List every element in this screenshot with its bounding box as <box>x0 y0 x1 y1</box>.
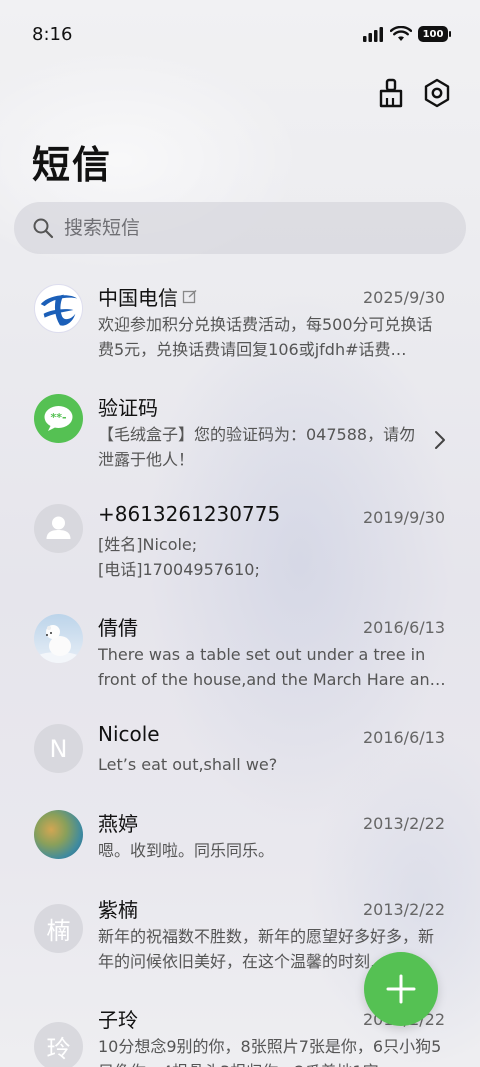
avatar: **- <box>34 394 83 443</box>
contact-name-text: 中国电信 <box>98 286 178 310</box>
contact-name: Nicole <box>98 722 160 746</box>
contact-name: 倩倩 <box>98 612 138 641</box>
broom-icon <box>379 78 403 108</box>
conversation-item[interactable]: 燕婷 2013/2/22 嗯。收到啦。同乐同乐。 <box>0 804 480 890</box>
avatar-letter: 玲 <box>34 1022 83 1067</box>
settings-button[interactable] <box>422 76 452 110</box>
contact-name: 紫楠 <box>98 894 138 923</box>
china-telecom-logo-icon <box>35 285 82 332</box>
conversation-item[interactable]: N Nicole 2016/6/13 Let’s eat out,shall w… <box>0 718 480 804</box>
contact-name-text: 紫楠 <box>98 898 138 922</box>
message-preview: 欢迎参加积分兑换话费活动，每500分可兑换话费5元，兑换话费请回复106或jfd… <box>98 315 433 359</box>
page-title: 短信 <box>32 143 113 187</box>
message-date: 2025/9/30 <box>362 288 445 307</box>
person-icon <box>46 516 71 539</box>
message-date: 2016/6/13 <box>362 728 445 747</box>
top-actions <box>376 76 452 110</box>
avatar <box>34 284 83 333</box>
contact-name-text: +8613261230775 <box>98 502 281 526</box>
message-preview: There was a table set out under a tree i… <box>98 645 446 689</box>
message-preview: Let’s eat out,shall we? <box>98 755 278 774</box>
wifi-icon <box>390 26 412 41</box>
conversation-item[interactable]: +8613261230775 2019/9/30 [姓名]Nicole; [电话… <box>0 498 480 608</box>
svg-text:**-: **- <box>50 411 66 424</box>
contact-name-text: 燕婷 <box>98 812 138 836</box>
status-time: 8:16 <box>32 23 73 45</box>
verification-code-icon: **- <box>44 406 73 431</box>
contact-name-text: 子玲 <box>98 1008 138 1032</box>
status-icons: 100 <box>362 26 451 42</box>
polar-bear-avatar-icon <box>36 625 80 663</box>
message-date: 2013/2/22 <box>362 900 445 919</box>
clean-button[interactable] <box>376 76 406 110</box>
status-bar: 8:16 100 <box>0 0 480 68</box>
search-input[interactable] <box>64 217 424 239</box>
avatar-letter: N <box>34 724 83 773</box>
edit-note-icon <box>182 289 197 303</box>
contact-name-text: Nicole <box>98 722 160 746</box>
conversation-item[interactable]: 倩倩 2016/6/13 There was a table set out u… <box>0 608 480 718</box>
contact-name: 验证码 <box>98 392 158 421</box>
message-preview: [姓名]Nicole; [电话]17004957610; <box>98 535 260 579</box>
message-preview: 10分想念9别的你，8张照片7张是你，6只小狗5只像你，4根骨头3根归你，2爪着… <box>98 1037 442 1067</box>
avatar: 玲 <box>34 1022 83 1067</box>
avatar <box>34 614 83 663</box>
avatar: N <box>34 724 83 773</box>
conversation-item[interactable]: 中国电信 2025/9/30 欢迎参加积分兑换话费活动，每500分可兑换话费5元… <box>0 278 480 388</box>
message-preview: 【毛绒盒子】您的验证码为：047588，请勿泄露于他人！ <box>98 425 416 469</box>
message-date: 2016/6/13 <box>362 618 445 637</box>
contact-name-text: 验证码 <box>98 396 158 420</box>
message-date: 2013/2/22 <box>362 814 445 833</box>
conversation-item[interactable]: **- 验证码 【毛绒盒子】您的验证码为：047588，请勿泄露于他人！ <box>0 388 480 498</box>
contact-name: 中国电信 <box>98 282 198 311</box>
avatar: 楠 <box>34 904 83 953</box>
gear-icon <box>424 78 450 108</box>
contact-name-text: 倩倩 <box>98 616 138 640</box>
signal-icon <box>363 27 383 42</box>
battery-indicator: 100 <box>418 26 451 42</box>
avatar <box>34 504 83 553</box>
plus-icon <box>386 974 416 1004</box>
chevron-right-icon[interactable] <box>434 430 446 450</box>
search-icon <box>33 218 54 239</box>
contact-name: 子玲 <box>98 1004 138 1033</box>
avatar-letter: 楠 <box>34 904 83 953</box>
avatar <box>34 810 83 859</box>
contact-name: 燕婷 <box>98 808 138 837</box>
message-preview: 嗯。收到啦。同乐同乐。 <box>98 841 275 860</box>
conversation-list: 中国电信 2025/9/30 欢迎参加积分兑换话费活动，每500分可兑换话费5元… <box>0 278 480 1067</box>
contact-name: +8613261230775 <box>98 502 280 526</box>
message-date: 2019/9/30 <box>362 508 445 527</box>
compose-button[interactable] <box>364 952 438 1026</box>
search-bar[interactable] <box>14 202 466 254</box>
